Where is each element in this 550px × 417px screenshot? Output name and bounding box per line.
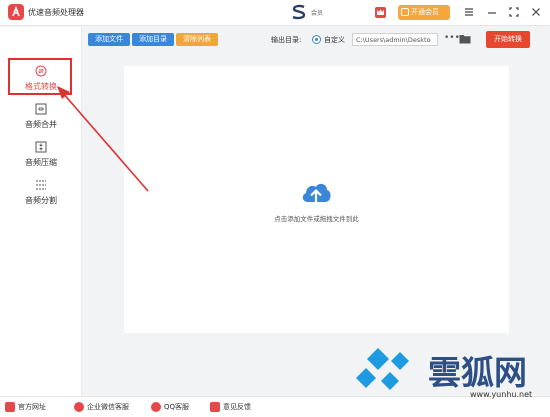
app-logo-icon bbox=[8, 4, 24, 20]
vip-label: 开通会员 bbox=[411, 8, 439, 16]
folder-icon[interactable] bbox=[459, 34, 471, 44]
footer-label: 企业微信客服 bbox=[87, 403, 129, 411]
audio-split-icon bbox=[35, 179, 47, 191]
footer-label: 意见反馈 bbox=[223, 403, 251, 411]
custom-radio[interactable] bbox=[312, 35, 321, 44]
user-name[interactable]: 会员 bbox=[311, 8, 323, 17]
custom-radio-label[interactable]: 自定义 bbox=[324, 35, 345, 45]
crown-icon[interactable] bbox=[375, 7, 386, 18]
toolbar: 添加文件 添加目录 清除列表 输出目录: 自定义 ••• 开始转换 bbox=[86, 30, 550, 50]
audio-merge-icon bbox=[35, 103, 47, 115]
app-title: 优速音频处理器 bbox=[28, 8, 84, 17]
sidebar-item-audio-merge[interactable]: 音频合并 bbox=[6, 101, 76, 135]
watermark-url: www.yunhu.net bbox=[470, 390, 533, 399]
annotation-highlight-box bbox=[8, 58, 72, 95]
sidebar-item-audio-split[interactable]: 音频分割 bbox=[6, 177, 76, 211]
footer-label: 官方网址 bbox=[18, 403, 46, 411]
cloud-upload-icon[interactable] bbox=[299, 178, 333, 208]
output-dir-label: 输出目录: bbox=[271, 36, 302, 44]
output-path-field[interactable] bbox=[352, 33, 438, 46]
sidebar-item-audio-compress[interactable]: 音频压缩 bbox=[6, 139, 76, 173]
sidebar-item-label: 音频分割 bbox=[25, 196, 57, 205]
footer-bar: 官方网址 企业微信客服 QQ客服 意见反馈 bbox=[0, 396, 550, 417]
file-drop-area[interactable]: 点击添加文件或拖拽文件到此 bbox=[124, 66, 509, 333]
vip-icon bbox=[401, 8, 409, 16]
add-folder-button[interactable]: 添加目录 bbox=[132, 33, 174, 46]
vip-button[interactable]: 开通会员 bbox=[398, 5, 450, 20]
close-icon[interactable] bbox=[529, 5, 543, 19]
more-options-button[interactable]: ••• bbox=[444, 32, 460, 44]
watermark-logo-icon bbox=[356, 348, 409, 390]
sidebar-item-label: 音频压缩 bbox=[25, 158, 57, 167]
clear-list-button[interactable]: 清除列表 bbox=[176, 33, 218, 46]
title-bar: 优速音频处理器 会员 开通会员 bbox=[0, 0, 550, 26]
add-file-button[interactable]: 添加文件 bbox=[88, 33, 130, 46]
wechat-service-icon bbox=[74, 402, 84, 412]
start-convert-button[interactable]: 开始转换 bbox=[486, 31, 530, 48]
menu-icon[interactable] bbox=[462, 5, 476, 19]
audio-compress-icon bbox=[35, 141, 47, 153]
qq-icon bbox=[151, 402, 161, 412]
maximize-icon[interactable] bbox=[507, 5, 521, 19]
sidebar-item-label: 音频合并 bbox=[25, 120, 57, 129]
watermark-name: 雲狐网 bbox=[428, 353, 527, 392]
feedback-icon bbox=[210, 402, 220, 412]
website-icon bbox=[5, 402, 15, 412]
drop-hint-text: 点击添加文件或拖拽文件到此 bbox=[274, 215, 359, 223]
user-logo-icon bbox=[290, 4, 308, 20]
footer-label: QQ客服 bbox=[164, 403, 190, 411]
minimize-icon[interactable] bbox=[485, 5, 499, 19]
